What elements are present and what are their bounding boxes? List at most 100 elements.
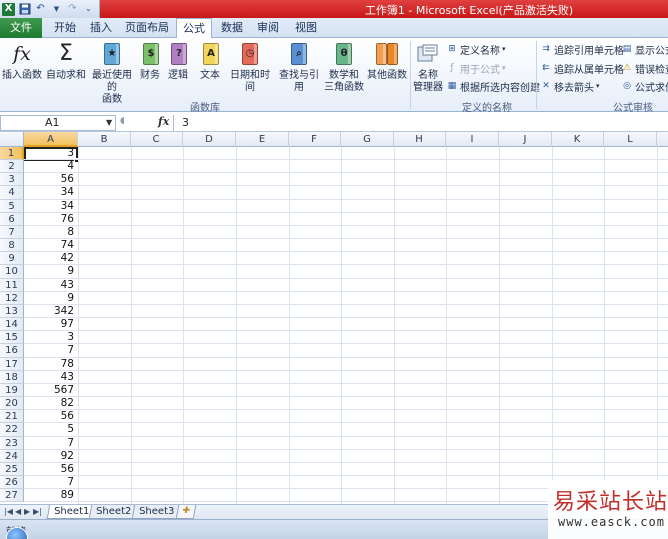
column-header-b[interactable]: B	[78, 132, 131, 147]
row-header[interactable]: 19	[0, 383, 24, 398]
cell-a14[interactable]: 97	[24, 318, 77, 331]
math-trig-button[interactable]: θ 数学和 三角函数	[322, 40, 366, 94]
prev-sheet-icon[interactable]: ◀	[15, 507, 21, 516]
row-header[interactable]: 11	[0, 278, 24, 292]
row-header[interactable]: 2	[0, 160, 24, 174]
cell-a5[interactable]: 34	[24, 200, 77, 213]
row-header[interactable]: 14	[0, 318, 24, 332]
chevron-down-icon[interactable]: ▼	[50, 3, 63, 16]
tab-insert[interactable]: 插入	[84, 18, 118, 38]
more-functions-button[interactable]: 其他函数	[366, 40, 408, 82]
sheet-tab-sheet3[interactable]: Sheet3	[131, 505, 182, 519]
cell-a4[interactable]: 34	[24, 186, 77, 199]
row-header[interactable]: 23	[0, 436, 24, 450]
cell-a26[interactable]: 7	[24, 476, 77, 489]
row-header[interactable]: 1	[0, 147, 24, 161]
text-button[interactable]: A 文本	[198, 40, 222, 82]
tab-home[interactable]: 开始	[48, 18, 82, 38]
define-name-button[interactable]: ⊞ 定义名称 ▾	[446, 42, 505, 57]
cell-a23[interactable]: 7	[24, 437, 77, 450]
cell-a25[interactable]: 56	[24, 463, 77, 476]
fx-icon[interactable]: fx	[158, 115, 169, 128]
cell-a18[interactable]: 43	[24, 371, 77, 384]
cell-a17[interactable]: 78	[24, 358, 77, 371]
column-header-h[interactable]: H	[393, 132, 446, 147]
cell-a22[interactable]: 5	[24, 423, 77, 436]
cell-a10[interactable]: 9	[24, 265, 77, 278]
column-header-g[interactable]: G	[341, 132, 394, 147]
show-formulas-button[interactable]: ▤ 显示公式	[621, 42, 668, 57]
row-header[interactable]: 16	[0, 344, 24, 358]
row-header[interactable]: 22	[0, 423, 24, 437]
financial-button[interactable]: $ 财务	[138, 40, 162, 82]
cell-a16[interactable]: 7	[24, 344, 77, 357]
tab-view[interactable]: 视图	[290, 18, 322, 38]
tab-file[interactable]: 文件	[0, 18, 42, 38]
first-sheet-icon[interactable]: |◀	[4, 507, 13, 516]
insert-function-button[interactable]: fx 插入函数	[2, 40, 42, 82]
cell-a1[interactable]: 3	[24, 147, 77, 160]
cell-a7[interactable]: 8	[24, 226, 77, 239]
tab-page-layout[interactable]: 页面布局	[121, 18, 173, 38]
column-header-c[interactable]: C	[130, 132, 183, 147]
remove-arrows-button[interactable]: ✕ 移去箭头 ▾	[540, 79, 599, 94]
row-header[interactable]: 21	[0, 410, 24, 424]
logical-button[interactable]: ? 逻辑	[166, 40, 190, 82]
row-header[interactable]: 25	[0, 462, 24, 476]
cell-a2[interactable]: 4	[24, 160, 77, 173]
cell-a15[interactable]: 3	[24, 331, 77, 344]
tab-formulas[interactable]: 公式	[176, 18, 212, 39]
name-box[interactable]: A1	[0, 115, 116, 131]
row-header[interactable]: 5	[0, 199, 24, 213]
row-header[interactable]: 26	[0, 476, 24, 490]
cell-a13[interactable]: 342	[24, 305, 77, 318]
excel-logo-icon[interactable]: X	[2, 2, 15, 16]
datetime-button[interactable]: ◷ 日期和时间	[226, 40, 274, 94]
cell-a9[interactable]: 42	[24, 252, 77, 265]
last-sheet-icon[interactable]: ▶|	[33, 507, 42, 516]
select-all-corner[interactable]	[0, 132, 24, 147]
evaluate-formula-button[interactable]: ◎ 公式求值	[621, 79, 668, 94]
cell-a3[interactable]: 56	[24, 173, 77, 186]
row-header[interactable]: 24	[0, 449, 24, 463]
cell-a20[interactable]: 82	[24, 397, 77, 410]
error-checking-button[interactable]: ⚠ 错误检查	[621, 61, 668, 76]
column-header-d[interactable]: D	[183, 132, 236, 147]
tab-review[interactable]: 审阅	[252, 18, 284, 38]
row-header[interactable]: 9	[0, 252, 24, 266]
use-in-formula-button[interactable]: ƒ 用于公式 ▾	[446, 61, 505, 76]
redo-icon[interactable]: ↷	[66, 3, 79, 16]
column-header-k[interactable]: K	[551, 132, 604, 147]
row-header[interactable]: 17	[0, 357, 24, 371]
cell-a19[interactable]: 567	[24, 384, 77, 397]
column-header-j[interactable]: J	[499, 132, 552, 147]
create-from-selection-button[interactable]: ▦ 根据所选内容创建	[446, 79, 540, 94]
next-sheet-icon[interactable]: ▶	[24, 507, 30, 516]
autosum-button[interactable]: Σ 自动求和	[46, 40, 86, 82]
cell-a27[interactable]: 89	[24, 489, 77, 502]
resize-handle-icon[interactable]: ◖	[120, 116, 125, 126]
row-header[interactable]: 13	[0, 304, 24, 319]
row-header[interactable]: 4	[0, 186, 24, 200]
worksheet-grid[interactable]: ABCDEFGHIJKL 1 3 2 4 3 56 4 34 5 34 6 76 7 8 8 74 9 42 10 9…	[0, 132, 668, 504]
row-header[interactable]: 6	[0, 212, 24, 226]
cell-a6[interactable]: 76	[24, 213, 77, 226]
formula-input[interactable]: 3	[173, 115, 668, 131]
tab-data[interactable]: 数据	[216, 18, 248, 38]
row-header[interactable]: 18	[0, 370, 24, 384]
column-header-l[interactable]: L	[604, 132, 657, 147]
cell-a12[interactable]: 9	[24, 292, 77, 305]
row-header[interactable]: 3	[0, 173, 24, 187]
trace-dependents-button[interactable]: ⇇ 追踪从属单元格	[540, 61, 624, 76]
undo-icon[interactable]: ↶	[34, 3, 47, 16]
row-header[interactable]: 10	[0, 265, 24, 279]
lookup-button[interactable]: ⌕ 查找与引用	[275, 40, 323, 94]
insert-sheet-icon[interactable]: ✚	[175, 505, 197, 519]
chevron-down-icon[interactable]: ▼	[106, 118, 112, 127]
row-header[interactable]: 15	[0, 331, 24, 345]
column-header-a[interactable]: A	[24, 132, 78, 147]
column-header-i[interactable]: I	[446, 132, 499, 147]
trace-precedents-button[interactable]: ⇉ 追踪引用单元格	[540, 42, 624, 57]
column-header-e[interactable]: E	[236, 132, 289, 147]
row-header[interactable]: 20	[0, 397, 24, 411]
